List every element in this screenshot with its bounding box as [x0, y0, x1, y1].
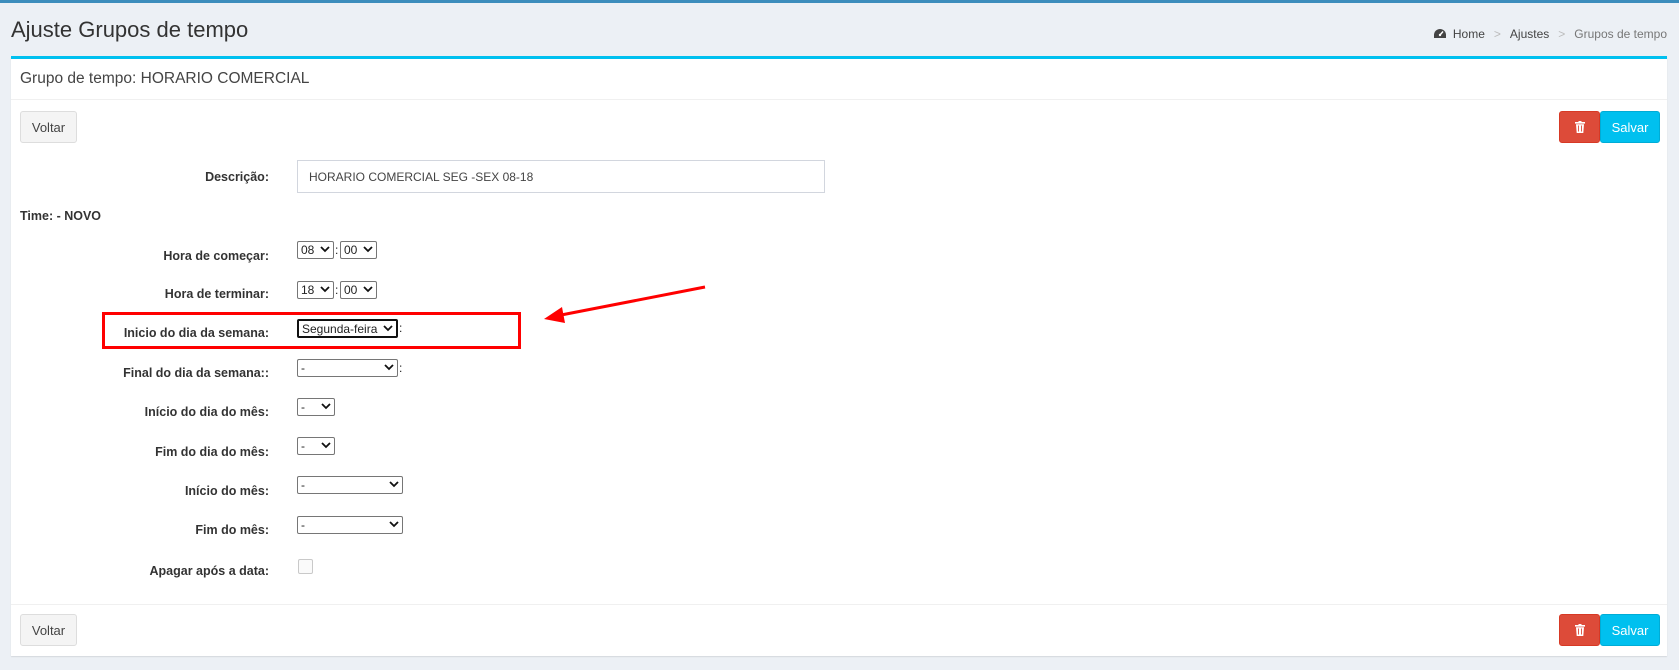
- dashboard-icon: [1433, 29, 1446, 38]
- delete-button-bottom[interactable]: [1559, 614, 1600, 646]
- chevron-down-icon: [363, 286, 373, 293]
- end-hour-value: 18: [301, 283, 315, 297]
- description-label: Descrição:: [205, 170, 269, 184]
- page-title: Ajuste Grupos de tempo: [11, 17, 249, 42]
- chevron-down-icon: [389, 481, 399, 488]
- weekday-end-label: Final do dia da semana::: [123, 366, 269, 380]
- monthday-end-label: Fim do dia do mês:: [155, 445, 269, 459]
- weekday-end-value: -: [301, 361, 305, 375]
- breadcrumb-home[interactable]: Home: [1453, 27, 1485, 41]
- month-end-select[interactable]: -: [297, 516, 403, 534]
- monthday-end-select[interactable]: -: [297, 437, 335, 455]
- month-end-value: -: [301, 518, 305, 532]
- trash-icon: [1574, 624, 1585, 636]
- monthday-start-value: -: [301, 400, 305, 414]
- save-button-bottom[interactable]: Salvar: [1600, 614, 1660, 646]
- chevron-down-icon: [384, 364, 394, 371]
- breadcrumb-separator: >: [1558, 27, 1566, 41]
- month-end-label: Fim do mês:: [195, 523, 269, 537]
- monthday-end-value: -: [301, 439, 305, 453]
- colon-separator: :: [335, 243, 339, 257]
- colon-separator: :: [399, 361, 403, 375]
- annotation-arrow-icon: [544, 285, 706, 323]
- time-heading: Time: - NOVO: [20, 209, 102, 223]
- chevron-down-icon: [321, 403, 331, 410]
- breadcrumb-separator: >: [1493, 27, 1501, 41]
- breadcrumb-settings[interactable]: Ajustes: [1510, 27, 1549, 41]
- chevron-down-icon: [320, 246, 330, 253]
- month-start-value: -: [301, 478, 305, 492]
- month-start-select[interactable]: -: [297, 476, 403, 494]
- end-hour-select[interactable]: 18: [297, 281, 334, 299]
- start-minute-value: 00: [344, 243, 358, 257]
- breadcrumb-current: Grupos de tempo: [1574, 27, 1667, 41]
- start-time-label: Hora de começar:: [163, 249, 269, 263]
- back-button-bottom[interactable]: Voltar: [20, 614, 77, 646]
- chevron-down-icon: [321, 442, 331, 449]
- monthday-start-label: Início do dia do mês:: [144, 405, 269, 419]
- chevron-down-icon: [389, 521, 399, 528]
- delete-after-label: Apagar após a data:: [149, 564, 269, 578]
- delete-button[interactable]: [1559, 111, 1600, 143]
- month-start-label: Início do mês:: [184, 484, 269, 498]
- breadcrumb: Home > Ajustes > Grupos de tempo: [1433, 27, 1667, 41]
- highlight-box: [102, 312, 521, 349]
- start-hour-value: 08: [301, 243, 315, 257]
- monthday-start-select[interactable]: -: [297, 398, 335, 416]
- start-hour-select[interactable]: 08: [297, 241, 334, 259]
- delete-after-checkbox[interactable]: [298, 559, 313, 574]
- chevron-down-icon: [320, 286, 330, 293]
- end-minute-select[interactable]: 00: [340, 281, 377, 299]
- box-title: Grupo de tempo: HORARIO COMERCIAL: [20, 70, 310, 87]
- description-input[interactable]: [297, 160, 825, 193]
- save-button[interactable]: Salvar: [1600, 111, 1660, 143]
- end-time-label: Hora de terminar:: [164, 287, 269, 301]
- weekday-end-select[interactable]: -: [297, 359, 398, 377]
- back-button[interactable]: Voltar: [20, 111, 77, 143]
- trash-icon: [1574, 121, 1585, 133]
- box-header: Grupo de tempo: HORARIO COMERCIAL: [11, 59, 1667, 100]
- colon-separator: :: [335, 283, 339, 297]
- chevron-down-icon: [363, 246, 373, 253]
- footer-divider: [11, 604, 1667, 605]
- start-minute-select[interactable]: 00: [340, 241, 377, 259]
- end-minute-value: 00: [344, 283, 358, 297]
